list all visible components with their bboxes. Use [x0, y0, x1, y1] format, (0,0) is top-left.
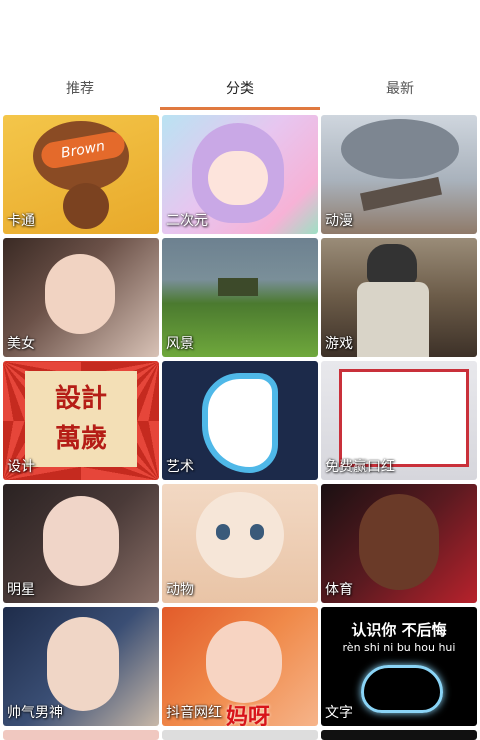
category-label: 免费赢口红	[325, 459, 395, 475]
portrait-face	[43, 496, 119, 586]
category-label: 抖音网红	[166, 705, 222, 721]
kitten-head	[196, 492, 284, 578]
category-label: 游戏	[325, 336, 353, 352]
poster: 設計 萬歲	[25, 371, 137, 467]
player-face	[359, 494, 439, 590]
poster-text-line: 萬歲	[54, 424, 107, 454]
category-text[interactable]: 认识你 不后悔 rèn shi ni bu hou hui 文字	[321, 607, 477, 726]
category-tabs: 推荐 分类 最新	[0, 70, 480, 110]
category-image	[162, 730, 318, 740]
category-label: 风景	[166, 336, 194, 352]
category-comics[interactable]: 动漫	[321, 115, 477, 234]
screen-frame	[339, 369, 469, 467]
portrait-face	[45, 254, 115, 334]
category-label: 动漫	[325, 213, 353, 229]
category-label: 文字	[325, 705, 353, 721]
category-anime[interactable]: 二次元	[162, 115, 318, 234]
category-art[interactable]: 艺术	[162, 361, 318, 480]
category-douyin-stars[interactable]: 妈呀 抖音网红	[162, 607, 318, 726]
tab-categories[interactable]: 分类	[160, 70, 320, 110]
category-beauty[interactable]: 美女	[3, 238, 159, 357]
category-animals[interactable]: 动物	[162, 484, 318, 603]
tab-recommended[interactable]: 推荐	[0, 70, 160, 110]
kitten-eye	[216, 524, 230, 540]
category-design[interactable]: 設計 萬歲 设计	[3, 361, 159, 480]
soldier-shirt	[357, 282, 429, 357]
category-handsome-men[interactable]: 帅气男神	[3, 607, 159, 726]
text-caption: 认识你 不后悔	[351, 621, 447, 639]
category-label: 美女	[7, 336, 35, 352]
category-label: 设计	[7, 459, 35, 475]
category-partial[interactable]	[321, 730, 477, 740]
tab-label: 最新	[386, 81, 414, 97]
tab-underline	[160, 107, 320, 110]
kitten-eye	[250, 524, 264, 540]
portrait-face	[206, 621, 282, 703]
portrait-face	[47, 617, 119, 711]
category-scenery[interactable]: 风景	[162, 238, 318, 357]
category-cartoon[interactable]: Brown 卡通	[3, 115, 159, 234]
category-partial[interactable]	[3, 730, 159, 740]
poster-text-line: 設計	[54, 384, 107, 414]
category-label: 二次元	[166, 213, 208, 229]
category-label: 动物	[166, 582, 194, 598]
anime-face	[208, 151, 268, 205]
category-image	[3, 730, 159, 740]
bear-small	[63, 183, 109, 229]
house	[218, 278, 258, 296]
category-label: 明星	[7, 582, 35, 598]
totoro-body	[341, 119, 459, 179]
pinyin-caption: rèn shi ni bu hou hui	[342, 641, 456, 654]
tab-label: 分类	[226, 81, 254, 97]
category-games[interactable]: 游戏	[321, 238, 477, 357]
glowing-heart	[361, 665, 443, 713]
category-label: 艺术	[166, 459, 194, 475]
tab-label: 推荐	[66, 81, 94, 97]
category-label: 体育	[325, 582, 353, 598]
category-sports[interactable]: 体育	[321, 484, 477, 603]
category-label: 卡通	[7, 213, 35, 229]
category-partial[interactable]	[162, 730, 318, 740]
category-lipstick-promo[interactable]: 免费赢口红	[321, 361, 477, 480]
category-celebrity[interactable]: 明星	[3, 484, 159, 603]
category-image	[321, 730, 477, 740]
tab-latest[interactable]: 最新	[320, 70, 480, 110]
meme-caption: 妈呀	[226, 705, 271, 726]
category-label: 帅气男神	[7, 705, 63, 721]
helmet	[367, 244, 417, 284]
